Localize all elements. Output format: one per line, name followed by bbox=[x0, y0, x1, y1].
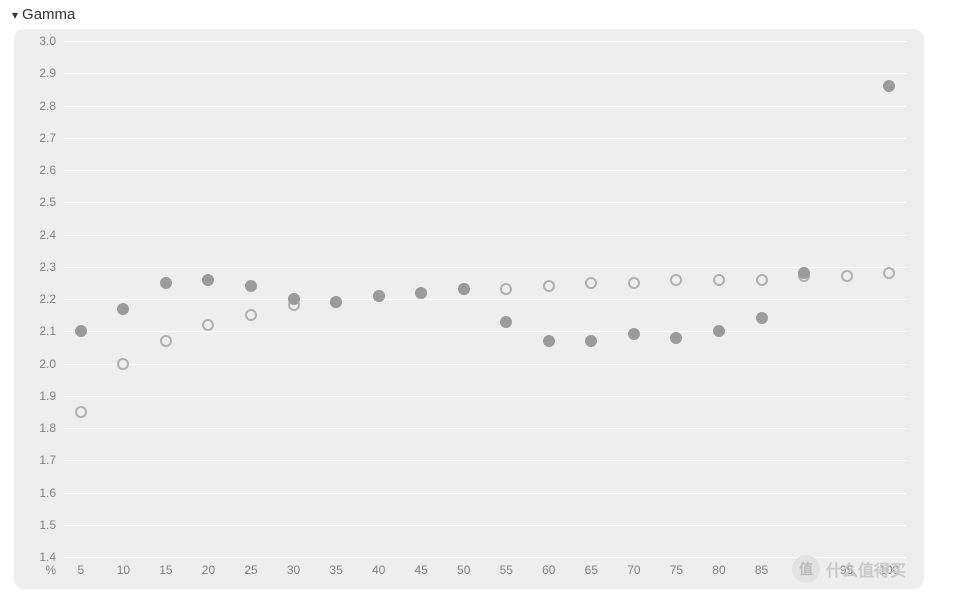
grid-line bbox=[64, 73, 906, 74]
x-tick-label: 90 bbox=[797, 557, 810, 577]
grid-line bbox=[64, 138, 906, 139]
grid-line bbox=[64, 41, 906, 42]
y-tick-label: 2.7 bbox=[39, 131, 64, 145]
data-point bbox=[585, 335, 597, 347]
y-tick-label: 2.9 bbox=[39, 66, 64, 80]
x-tick-label: 20 bbox=[202, 557, 215, 577]
x-tick-label: 80 bbox=[712, 557, 725, 577]
grid-line bbox=[64, 428, 906, 429]
data-point bbox=[841, 270, 853, 282]
x-tick-label: 30 bbox=[287, 557, 300, 577]
y-tick-label: 1.8 bbox=[39, 421, 64, 435]
data-point bbox=[245, 309, 257, 321]
y-tick-label: 1.4 bbox=[39, 550, 64, 564]
data-point bbox=[458, 283, 470, 295]
y-tick-label: 3.0 bbox=[39, 34, 64, 48]
data-point bbox=[500, 316, 512, 328]
x-tick-label: 95 bbox=[840, 557, 853, 577]
panel-header-toggle[interactable]: ▾ Gamma bbox=[10, 4, 939, 29]
grid-line bbox=[64, 299, 906, 300]
data-point bbox=[670, 332, 682, 344]
data-point bbox=[202, 274, 214, 286]
data-point bbox=[585, 277, 597, 289]
data-point bbox=[288, 293, 300, 305]
plot-area: % 1.41.51.61.71.81.92.02.12.22.32.42.52.… bbox=[64, 41, 906, 557]
data-point bbox=[543, 335, 555, 347]
y-tick-label: 1.6 bbox=[39, 486, 64, 500]
data-point bbox=[202, 319, 214, 331]
grid-line bbox=[64, 170, 906, 171]
x-tick-label: 15 bbox=[159, 557, 172, 577]
data-point bbox=[75, 406, 87, 418]
x-tick-label: 10 bbox=[117, 557, 130, 577]
y-tick-label: 2.4 bbox=[39, 228, 64, 242]
y-tick-label: 2.3 bbox=[39, 260, 64, 274]
grid-line bbox=[64, 267, 906, 268]
x-tick-label: 25 bbox=[244, 557, 257, 577]
data-point bbox=[245, 280, 257, 292]
x-tick-label: 40 bbox=[372, 557, 385, 577]
panel-title: Gamma bbox=[22, 6, 75, 23]
y-tick-label: 1.7 bbox=[39, 453, 64, 467]
x-tick-label: 45 bbox=[414, 557, 427, 577]
data-point bbox=[117, 358, 129, 370]
y-tick-label: 2.0 bbox=[39, 357, 64, 371]
grid-line bbox=[64, 460, 906, 461]
y-tick-label: 2.8 bbox=[39, 99, 64, 113]
x-tick-label: 55 bbox=[500, 557, 513, 577]
y-tick-label: 2.2 bbox=[39, 292, 64, 306]
grid-line bbox=[64, 331, 906, 332]
data-point bbox=[117, 303, 129, 315]
x-tick-label: 5 bbox=[77, 557, 84, 577]
y-tick-label: 2.5 bbox=[39, 195, 64, 209]
data-point bbox=[756, 312, 768, 324]
x-tick-label: 60 bbox=[542, 557, 555, 577]
data-point bbox=[415, 287, 427, 299]
grid-line bbox=[64, 364, 906, 365]
grid-line bbox=[64, 235, 906, 236]
data-point bbox=[670, 274, 682, 286]
data-point bbox=[160, 277, 172, 289]
grid-line bbox=[64, 557, 906, 558]
data-point bbox=[798, 267, 810, 279]
data-point bbox=[160, 335, 172, 347]
x-tick-label: 100 bbox=[879, 557, 899, 577]
grid-line bbox=[64, 202, 906, 203]
y-tick-label: 1.9 bbox=[39, 389, 64, 403]
data-point bbox=[756, 274, 768, 286]
data-point bbox=[543, 280, 555, 292]
data-point bbox=[883, 267, 895, 279]
y-tick-label: 2.1 bbox=[39, 324, 64, 338]
chevron-down-icon: ▾ bbox=[12, 9, 18, 21]
x-tick-label: 75 bbox=[670, 557, 683, 577]
grid-line bbox=[64, 396, 906, 397]
grid-line bbox=[64, 106, 906, 107]
x-tick-label: 70 bbox=[627, 557, 640, 577]
data-point bbox=[330, 296, 342, 308]
data-point bbox=[373, 290, 385, 302]
data-point bbox=[713, 274, 725, 286]
data-point bbox=[628, 328, 640, 340]
grid-line bbox=[64, 525, 906, 526]
data-point bbox=[500, 283, 512, 295]
grid-line bbox=[64, 493, 906, 494]
data-point bbox=[713, 325, 725, 337]
y-tick-label: 2.6 bbox=[39, 163, 64, 177]
gamma-panel: ▾ Gamma % 1.41.51.61.71.81.92.02.12.22.3… bbox=[0, 0, 953, 601]
y-tick-label: 1.5 bbox=[39, 518, 64, 532]
x-tick-label: 65 bbox=[585, 557, 598, 577]
gamma-chart: % 1.41.51.61.71.81.92.02.12.22.32.42.52.… bbox=[14, 29, 924, 589]
x-tick-label: 50 bbox=[457, 557, 470, 577]
data-point bbox=[883, 80, 895, 92]
x-tick-label: 85 bbox=[755, 557, 768, 577]
x-tick-label: 35 bbox=[329, 557, 342, 577]
data-point bbox=[75, 325, 87, 337]
data-point bbox=[628, 277, 640, 289]
